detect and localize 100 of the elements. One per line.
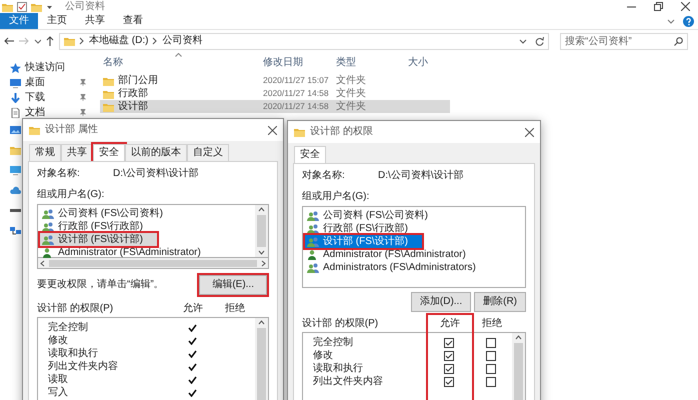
field-value: D:\公司资料\设计部 <box>113 168 199 180</box>
chevron-right-icon <box>152 37 158 45</box>
field-value: D:\公司资料\设计部 <box>378 170 464 182</box>
nav-item[interactable]: 下载 <box>0 90 95 105</box>
tab[interactable]: 安全 <box>294 146 326 163</box>
star-icon <box>10 62 21 72</box>
scroll-down-icon[interactable] <box>258 250 265 255</box>
dialog-button[interactable]: 删除(R) <box>474 292 526 312</box>
folder-icon <box>103 76 114 86</box>
close-icon[interactable] <box>681 2 690 11</box>
checkbox[interactable] <box>486 364 496 374</box>
expand-ribbon-icon[interactable] <box>667 18 675 24</box>
column-header[interactable]: 修改日期 <box>263 57 336 69</box>
refresh-icon[interactable] <box>535 36 544 46</box>
image-icon[interactable] <box>10 125 21 135</box>
up-icon[interactable] <box>46 36 54 46</box>
permission-name: 列出文件夹内容 <box>313 376 384 388</box>
ribbon-tab[interactable]: 共享 <box>76 13 114 29</box>
column-header[interactable]: 名称 <box>103 57 263 69</box>
permission-name: 列出文件夹内容 <box>48 360 119 372</box>
tab[interactable]: 自定义 <box>187 144 229 161</box>
file-row[interactable]: 行政部 2020/11/27 14:58 文件夹 <box>100 87 450 100</box>
restore-icon[interactable] <box>654 2 663 11</box>
recent-locations-icon[interactable] <box>34 38 41 44</box>
cloud-icon[interactable] <box>10 185 21 195</box>
file-row[interactable]: 设计部 2020/11/27 14:58 文件夹 <box>100 100 450 113</box>
close-icon[interactable] <box>525 128 534 136</box>
scroll-up-icon[interactable] <box>258 320 265 325</box>
search-icon[interactable] <box>674 36 683 46</box>
checkbox[interactable] <box>486 350 496 360</box>
tab[interactable]: 共享 <box>61 144 93 161</box>
users-icon <box>307 224 320 234</box>
tab[interactable]: 安全 <box>93 144 125 161</box>
document-icon <box>10 108 21 118</box>
column-header: 拒绝 <box>224 303 246 315</box>
checkbox[interactable] <box>444 350 454 360</box>
permission-name: 完全控制 <box>48 322 89 334</box>
back-icon[interactable] <box>4 37 14 45</box>
dialog-title: 设计部 属性 <box>45 124 98 136</box>
dialog-button[interactable]: 添加(D)... <box>410 292 472 312</box>
monitor-icon <box>10 78 21 88</box>
file-row[interactable]: 部门公用 2020/11/27 15:07 文件夹 <box>100 74 450 87</box>
nav-item[interactable]: 快速访问 <box>0 60 95 75</box>
network-icon[interactable] <box>10 225 21 235</box>
checkbox[interactable] <box>444 338 454 348</box>
tab[interactable]: 以前的版本 <box>125 144 187 161</box>
column-header[interactable]: 类型 <box>336 57 408 69</box>
scroll-left-icon[interactable] <box>40 260 45 266</box>
section-label: 设计部 的权限(P) <box>37 303 114 315</box>
file-name: 设计部 <box>118 100 148 112</box>
checkbox[interactable] <box>486 376 496 386</box>
ribbon-tab[interactable]: 文件 <box>0 13 38 29</box>
breadcrumb-item[interactable]: 公司资料 <box>162 35 202 47</box>
caret-icon[interactable] <box>46 4 53 10</box>
checkbox[interactable] <box>486 338 496 348</box>
user-item[interactable]: 设计部 (FS\设计部) <box>305 235 422 248</box>
checkbox[interactable] <box>444 376 454 386</box>
permission-name: 完全控制 <box>313 336 354 348</box>
users-icon <box>307 210 320 220</box>
tab[interactable]: 常规 <box>29 144 61 161</box>
users-icon <box>42 222 55 232</box>
download-icon <box>10 92 21 102</box>
permission-name: 修改 <box>48 334 69 346</box>
folder-icon <box>103 102 114 112</box>
monitor-icon[interactable] <box>10 165 21 175</box>
user-item[interactable]: 公司资料 (FS\公司资料) <box>305 209 523 222</box>
file-type: 文件夹 <box>336 100 366 112</box>
ribbon-tab[interactable]: 主页 <box>38 13 76 29</box>
user-item[interactable]: Administrators (FS\Administrators) <box>305 261 523 274</box>
address-field[interactable]: 本地磁盘 (D:) 公司资料 <box>59 32 549 50</box>
scrollbar[interactable] <box>255 205 268 257</box>
user-item[interactable]: 设计部 (FS\设计部) <box>40 233 157 246</box>
scrollbar-thumb[interactable] <box>49 260 257 266</box>
user-item[interactable]: 公司资料 (FS\公司资料) <box>40 207 253 220</box>
scroll-up-icon[interactable] <box>258 207 265 212</box>
nav-item[interactable]: 文档 <box>0 105 95 120</box>
close-icon[interactable] <box>268 126 277 134</box>
permission-name: 读取和执行 <box>48 348 99 360</box>
checkbox[interactable] <box>444 364 454 374</box>
user-item[interactable]: 行政部 (FS\行政部) <box>305 222 523 235</box>
file-date: 2020/11/27 15:07 <box>263 74 329 84</box>
properties-icon[interactable] <box>17 2 27 12</box>
scrollbar[interactable] <box>37 258 269 269</box>
user-item[interactable]: 行政部 (FS\行政部) <box>40 220 253 233</box>
dialog-button[interactable]: 编辑(E)... <box>199 275 267 295</box>
user-item[interactable]: Administrator (FS\Administrator) <box>305 248 523 261</box>
breadcrumb-item[interactable]: 本地磁盘 (D:) <box>89 35 148 47</box>
dropdown-icon[interactable] <box>519 38 527 44</box>
column-header[interactable]: 大小 <box>408 57 458 69</box>
scroll-right-icon[interactable] <box>261 260 266 266</box>
user-item[interactable]: Administrator (FS\Administrator) <box>40 246 253 259</box>
file-type: 文件夹 <box>336 74 366 86</box>
folder-icon <box>64 36 75 46</box>
search-field[interactable]: 搜索“公司资料” <box>560 32 688 50</box>
nav-item[interactable]: 桌面 <box>0 75 95 90</box>
scroll-up-icon[interactable] <box>515 335 522 340</box>
scrollbar-thumb[interactable] <box>257 215 266 247</box>
folder-icon <box>2 2 13 12</box>
help-icon[interactable] <box>683 16 694 26</box>
ribbon-tab[interactable]: 查看 <box>114 13 152 29</box>
